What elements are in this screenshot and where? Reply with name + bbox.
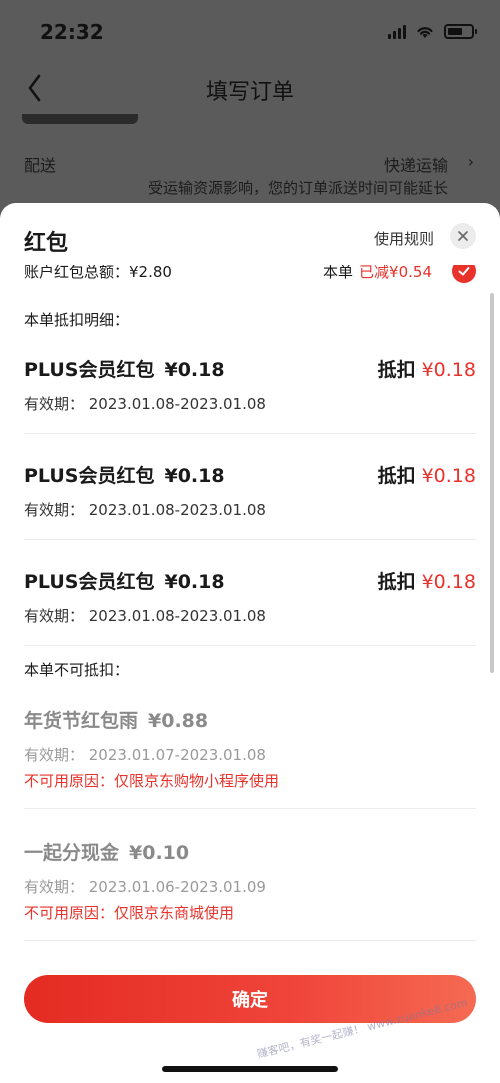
coupon-title: 年货节红包雨 ¥0.88	[24, 706, 208, 733]
divider	[24, 808, 476, 809]
coupon-name: 年货节红包雨	[24, 710, 139, 732]
deduct-label: 抵扣	[377, 465, 416, 487]
deduct-label: 抵扣	[377, 571, 416, 593]
coupon-title: PLUS会员红包 ¥0.18	[24, 567, 225, 594]
coupon-name: PLUS会员红包	[24, 571, 155, 593]
coupon-title: 一起分现金 ¥0.10	[24, 838, 189, 865]
cellular-signal-icon	[388, 24, 406, 39]
coupon-validity: 有效期： 2023.01.08-2023.01.08	[24, 395, 266, 413]
coupon-amount: ¥0.18	[164, 571, 225, 593]
list-item[interactable]: PLUS会员红包 ¥0.18 抵扣 ¥0.18 有效期： 2023.01.08-20…	[24, 461, 476, 521]
coupon-amount: ¥0.88	[148, 710, 209, 732]
list-item[interactable]: PLUS会员红包 ¥0.18 抵扣 ¥0.18 有效期： 2023.01.08-20…	[24, 355, 476, 415]
red-packet-summary: 账户红包总额：¥2.80 本单 已减¥0.54	[24, 265, 476, 283]
order-deduction: 本单 已减¥0.54	[323, 265, 432, 282]
page-title: 填写订单	[205, 80, 294, 105]
divider	[24, 433, 476, 434]
shipping-label: 配送	[24, 156, 57, 175]
home-indicator[interactable]	[162, 1066, 338, 1072]
coupon-amount: ¥0.18	[164, 359, 225, 381]
battery-icon	[444, 24, 477, 39]
list-item[interactable]: PLUS会员红包 ¥0.18 抵扣 ¥0.18 有效期： 2023.01.08-20…	[24, 567, 476, 627]
checked-icon[interactable]	[452, 265, 476, 283]
usage-rules-link[interactable]: 使用规则	[374, 228, 434, 249]
coupon-deduction: 抵扣 ¥0.18	[378, 567, 476, 594]
scrollbar[interactable]	[490, 293, 494, 673]
coupon-amount: ¥0.10	[129, 842, 190, 864]
deduct-value: ¥0.18	[421, 465, 476, 487]
status-bar: 22:32	[0, 0, 500, 62]
coupon-name: 一起分现金	[24, 842, 120, 864]
deduct-label: 抵扣	[377, 359, 416, 381]
red-packet-sheet: 红包 使用规则 账户红包总额：¥2.80 本单 已减¥0.54 本单抵扣明细： P…	[0, 203, 500, 1083]
deduct-value: ¥0.18	[421, 359, 476, 381]
coupon-name: PLUS会员红包	[24, 465, 155, 487]
total-balance: 账户红包总额：¥2.80	[24, 265, 172, 282]
coupon-validity: 有效期： 2023.01.07-2023.01.08	[24, 746, 266, 764]
wifi-icon	[417, 26, 433, 38]
applicable-section-title: 本单抵扣明细：	[24, 311, 130, 329]
coupon-name: PLUS会员红包	[24, 359, 155, 381]
order-deducted: 已减¥0.54	[359, 265, 432, 281]
status-time: 22:32	[40, 20, 104, 44]
shipping-method[interactable]: 快递运输	[384, 152, 448, 176]
coupon-validity: 有效期： 2023.01.08-2023.01.08	[24, 607, 266, 625]
total-label: 账户红包总额：	[24, 265, 130, 281]
divider	[24, 645, 476, 646]
status-icons	[388, 24, 477, 39]
close-button[interactable]	[450, 223, 476, 249]
chevron-right-icon[interactable]: ›	[468, 152, 474, 171]
unavailable-section-title: 本单不可抵扣：	[24, 661, 130, 679]
order-page-background: 22:32 填写订单 配送 快递运输 › 受运输资源影响，您的订单派送时间可能延…	[0, 0, 500, 230]
unavailable-reason: 不可用原因：仅限京东商城使用	[24, 904, 235, 922]
sheet-title: 红包	[24, 231, 69, 256]
order-label: 本单	[323, 265, 354, 281]
divider	[24, 539, 476, 540]
close-icon	[458, 231, 468, 241]
product-thumbnail	[22, 114, 138, 124]
coupon-amount: ¥0.18	[164, 465, 225, 487]
list-item: 年货节红包雨 ¥0.88 有效期： 2023.01.07-2023.01.08 不…	[24, 706, 476, 794]
coupon-title: PLUS会员红包 ¥0.18	[24, 461, 225, 488]
coupon-deduction: 抵扣 ¥0.18	[378, 355, 476, 382]
divider	[24, 940, 476, 941]
deduct-value: ¥0.18	[421, 571, 476, 593]
coupon-deduction: 抵扣 ¥0.18	[378, 461, 476, 488]
coupon-validity: 有效期： 2023.01.08-2023.01.08	[24, 501, 266, 519]
total-value: ¥2.80	[129, 265, 172, 281]
list-item: 一起分现金 ¥0.10 有效期： 2023.01.06-2023.01.09 不可…	[24, 838, 476, 926]
coupon-validity: 有效期： 2023.01.06-2023.01.09	[24, 878, 266, 896]
unavailable-reason: 不可用原因：仅限京东购物小程序使用	[24, 772, 280, 790]
shipping-note: 受运输资源影响，您的订单派送时间可能延长	[147, 179, 448, 197]
coupon-title: PLUS会员红包 ¥0.18	[24, 355, 225, 382]
